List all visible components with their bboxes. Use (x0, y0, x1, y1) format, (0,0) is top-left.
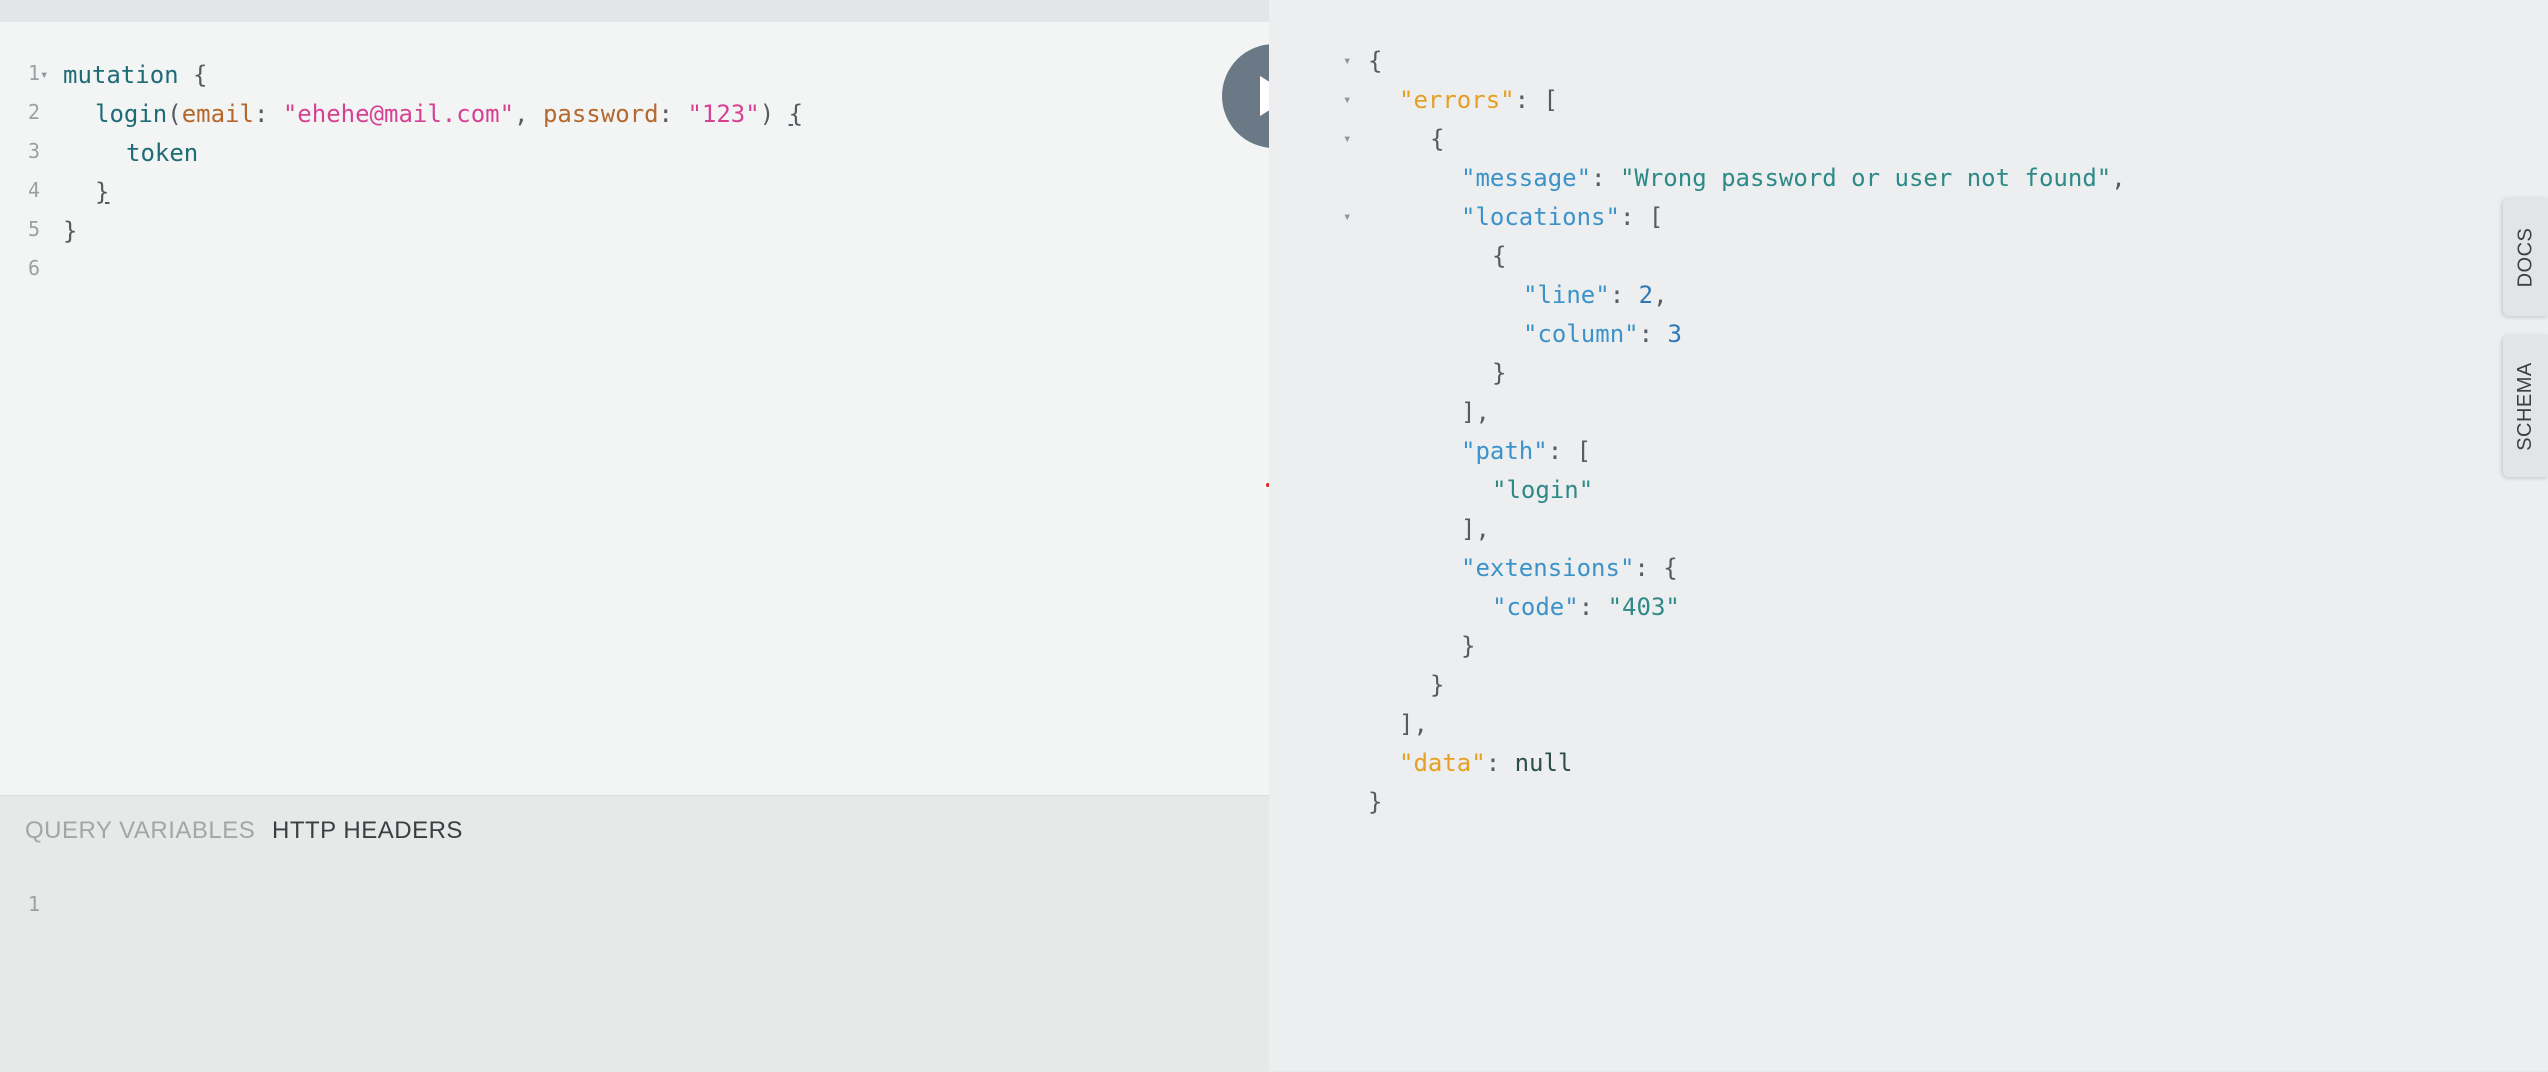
key-code: "code" (1492, 593, 1579, 621)
result-line: } (1492, 359, 1507, 387)
key-extensions: "extensions" (1461, 554, 1635, 582)
key-locations: "locations" (1461, 203, 1620, 231)
line-number: 6 (27, 256, 40, 280)
key-data: "data" (1399, 749, 1486, 777)
string-password-value: "123" (687, 100, 760, 128)
brace: { (1368, 47, 1383, 75)
value-line: 2 (1638, 281, 1654, 309)
code-line-4[interactable]: } (95, 173, 109, 212)
result-line: "data": null (1399, 749, 1573, 777)
fold-toggle-icon[interactable]: ▾ (1343, 198, 1351, 237)
line-number: 1 (27, 892, 40, 916)
colon: : (253, 100, 283, 128)
field-login: login (95, 100, 168, 128)
key-message: "message" (1461, 164, 1592, 192)
code-line-2[interactable]: login(email: "ehehe@mail.com", password:… (95, 95, 803, 134)
tab-query-variables[interactable]: QUERY VARIABLES (25, 816, 255, 846)
result-line: { (1492, 242, 1507, 270)
result-line: "login" (1492, 471, 1593, 510)
string-email-value: "ehehe@mail.com" (282, 100, 515, 128)
schema-tab-label: SCHEMA (2514, 361, 2537, 451)
key-line: "line" (1523, 281, 1610, 309)
result-line: "line": 2, (1523, 281, 1668, 309)
tab-http-headers[interactable]: HTTP HEADERS (272, 816, 463, 846)
key-errors: "errors" (1399, 86, 1515, 114)
field-token: token (126, 139, 199, 167)
key-column: "column" (1523, 320, 1639, 348)
schema-tab[interactable]: SCHEMA (2503, 335, 2548, 477)
result-line: ], (1461, 515, 1490, 543)
result-line: { (1430, 125, 1445, 153)
result-line: ], (1461, 398, 1490, 426)
value-column: 3 (1667, 320, 1682, 348)
result-line: } (1461, 632, 1476, 660)
docs-tab[interactable]: DOCS (2503, 198, 2548, 316)
result-line: "path": [ (1461, 437, 1592, 465)
paren: ( (167, 100, 182, 128)
brace: } (95, 178, 110, 206)
value-data: null (1514, 749, 1573, 777)
docs-tab-label: DOCS (2514, 227, 2537, 287)
result-line: ], (1399, 710, 1428, 738)
result-line: { (1368, 42, 1382, 81)
code-line-1[interactable]: mutation { (63, 56, 208, 95)
result-line: "message": "Wrong password or user not f… (1461, 164, 2126, 192)
paren: ) (759, 100, 789, 128)
brace: { (178, 61, 208, 89)
fold-toggle-icon[interactable]: ▾ (1343, 120, 1351, 159)
arg-password: password (542, 100, 659, 128)
value-message: "Wrong password or user not found" (1619, 164, 2112, 192)
brace: { (788, 100, 804, 128)
result-line: } (1368, 788, 1383, 816)
keyword-mutation: mutation (63, 61, 179, 89)
result-line: "column": 3 (1523, 320, 1682, 348)
line-number: 5 (27, 217, 40, 241)
code-line-3[interactable]: token (126, 134, 198, 173)
result-line: } (1430, 671, 1445, 699)
brace: } (63, 217, 78, 245)
fold-toggle-icon[interactable]: ▾ (40, 56, 48, 95)
comma: , (514, 100, 543, 128)
fold-toggle-icon[interactable]: ▾ (1343, 42, 1351, 81)
result-line: "extensions": { (1461, 554, 1678, 582)
arg-email: email (181, 100, 254, 128)
result-line: "errors": [ (1399, 86, 1558, 114)
code-line-5[interactable]: } (63, 212, 77, 251)
value-path: "login" (1492, 476, 1594, 504)
result-line: "locations": [ (1461, 203, 1664, 231)
line-number: 1 (27, 61, 40, 85)
colon: : (658, 100, 688, 128)
line-number: 3 (27, 139, 40, 163)
fold-toggle-icon[interactable]: ▾ (1343, 81, 1351, 120)
key-path: "path" (1461, 437, 1548, 465)
line-number: 4 (27, 178, 40, 202)
line-number: 2 (27, 100, 40, 124)
value-code: "403" (1607, 593, 1680, 621)
result-line: "code": "403" (1492, 593, 1680, 621)
